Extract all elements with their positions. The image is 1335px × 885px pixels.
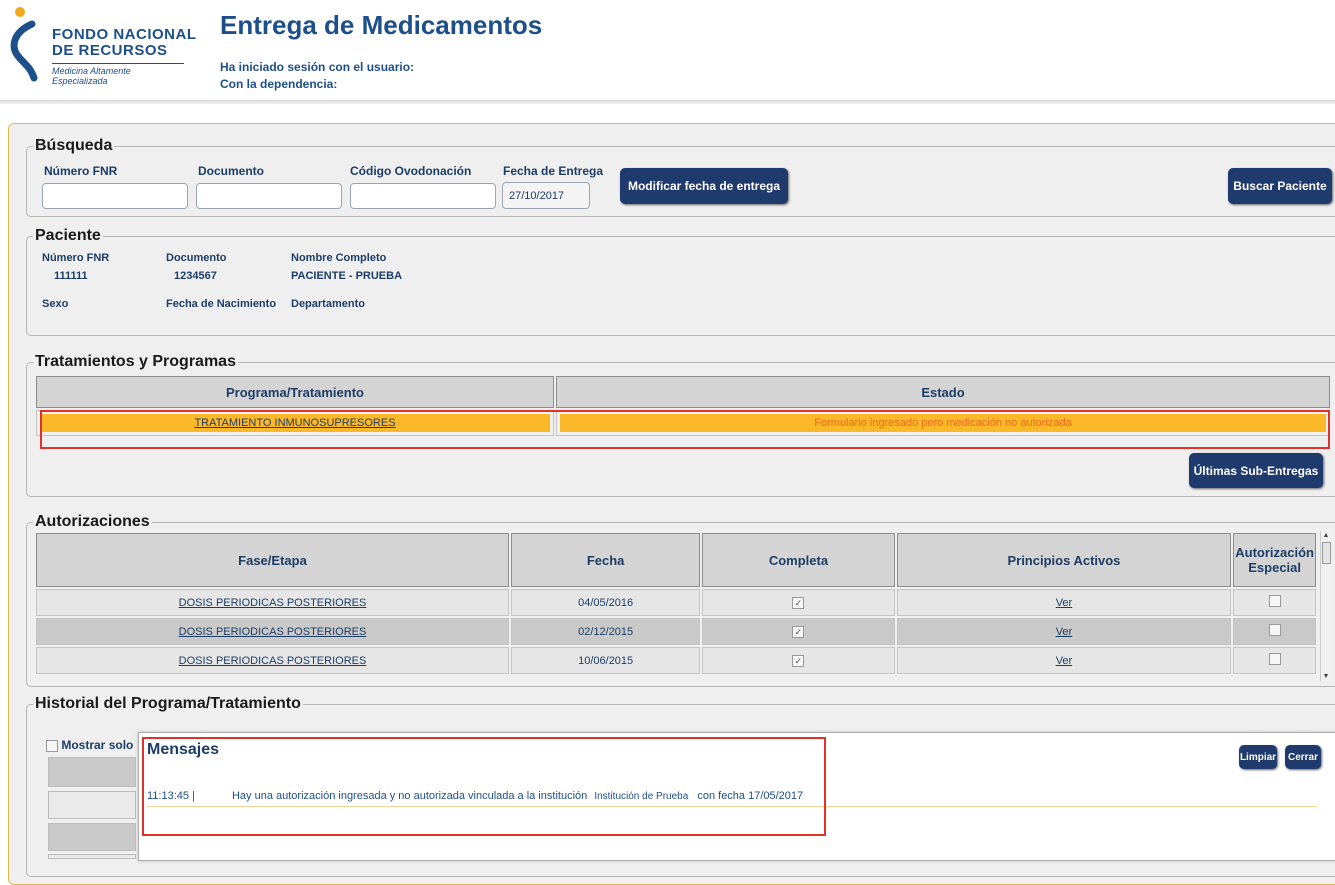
auth-phase-link[interactable]: DOSIS PERIODICAS POSTERIORES [179,597,367,609]
auth-date-cell: 04/05/2016 [510,589,701,616]
clear-messages-button[interactable]: Limpiar [1239,745,1277,769]
auth-complete-cell: ✓ [702,618,895,645]
auth-special-cell [1233,618,1316,645]
treatments-header-status: Estado [556,376,1330,408]
authorization-row[interactable]: DOSIS PERIODICAS POSTERIORES 10/06/2015 … [36,647,1316,674]
auth-header-active-principles: Principios Activos [896,533,1232,587]
patient-document-label: Documento [166,252,227,264]
auth-phase-link[interactable]: DOSIS PERIODICAS POSTERIORES [179,626,367,638]
history-row[interactable] [48,791,136,819]
auth-principles-cell[interactable]: Ver [896,589,1232,616]
special-checkbox [1268,624,1281,636]
view-principles-link[interactable]: Ver [1056,626,1073,638]
treatments-header-program: Programa/Tratamiento [36,376,554,408]
auth-principles-cell[interactable]: Ver [896,647,1232,674]
search-patient-button[interactable]: Buscar Paciente [1228,168,1332,204]
patient-fnr-label: Número FNR [42,252,110,264]
last-subdeliveries-button[interactable]: Últimas Sub-Entregas [1189,453,1323,488]
authorization-row[interactable]: DOSIS PERIODICAS POSTERIORES 02/12/2015 … [36,618,1316,645]
header-divider [0,100,1335,104]
show-only-label: Mostrar solo [61,738,134,752]
patient-sex-label: Sexo [42,298,69,310]
scroll-up-icon[interactable]: ▲ [1321,531,1331,540]
auth-phase-link[interactable]: DOSIS PERIODICAS POSTERIORES [179,655,367,667]
brand-line2: DE RECURSOS [52,42,168,59]
auth-complete-cell: ✓ [702,647,895,674]
treatments-legend: Tratamientos y Programas [35,353,236,370]
show-only-checkbox[interactable] [46,739,58,752]
search-legend: Búsqueda [35,137,113,154]
show-only-control[interactable]: Mostrar solo [46,738,133,752]
patient-birth-label: Fecha de Nacimiento [166,298,277,310]
ovodonation-label: Código Ovodonación [350,164,472,178]
auth-principles-cell[interactable]: Ver [896,618,1232,645]
auth-header-special: Autorización Especial [1233,533,1316,587]
history-header-cell [48,757,136,787]
history-legend: Historial del Programa/Tratamiento [35,695,301,712]
history-row[interactable] [48,854,136,859]
user-session-label: Ha iniciado sesión con el usuario: [220,60,415,74]
fnr-input[interactable] [42,183,188,209]
auth-special-cell [1233,589,1316,616]
modify-date-button[interactable]: Modificar fecha de entrega [620,168,788,204]
auth-phase-cell[interactable]: DOSIS PERIODICAS POSTERIORES [36,647,509,674]
authorizations-legend: Autorizaciones [35,513,150,530]
auth-special-cell [1233,647,1316,674]
fnr-logo-icon [8,6,38,82]
delivery-date-field[interactable] [502,182,590,209]
brand-line1: FONDO NACIONAL [52,26,197,43]
auth-header-complete: Completa [702,533,895,587]
ovodonation-input[interactable] [350,183,496,209]
brand-tagline: Medicina Altamente Especializada [52,63,184,86]
complete-checkbox: ✓ [792,596,805,609]
highlight-treatment-row [40,410,1330,449]
history-row[interactable] [48,823,136,851]
dependency-label: Con la dependencia: [220,77,338,91]
auth-phase-cell[interactable]: DOSIS PERIODICAS POSTERIORES [36,618,509,645]
close-messages-button[interactable]: Cerrar [1285,745,1321,769]
authorization-row[interactable]: DOSIS PERIODICAS POSTERIORES 04/05/2016 … [36,589,1316,616]
authorizations-scrollbar[interactable]: ▲ ▼ [1320,531,1331,681]
complete-checkbox: ✓ [792,654,805,667]
auth-date-cell: 02/12/2015 [510,618,701,645]
patient-fnr-value: 111111 [54,270,88,282]
view-principles-link[interactable]: Ver [1056,655,1073,667]
patient-legend: Paciente [35,227,101,244]
auth-phase-cell[interactable]: DOSIS PERIODICAS POSTERIORES [36,589,509,616]
patient-name-label: Nombre Completo [291,252,387,264]
patient-fieldset: Paciente [26,227,1335,336]
special-checkbox [1268,653,1281,665]
scroll-thumb[interactable] [1322,542,1331,564]
patient-department-label: Departamento [291,298,365,310]
authorizations-table: Fase/Etapa Fecha Completa Principios Act… [34,531,1318,676]
scroll-down-icon[interactable]: ▼ [1321,672,1331,681]
auth-header-phase: Fase/Etapa [36,533,509,587]
highlight-message [142,737,826,836]
document-input[interactable] [196,183,342,209]
auth-header-date: Fecha [510,533,701,587]
patient-name-value: PACIENTE - PRUEBA [291,270,403,282]
fnr-label: Número FNR [44,164,118,178]
auth-date-cell: 10/06/2015 [510,647,701,674]
page-title: Entrega de Medicamentos [220,10,543,40]
view-principles-link[interactable]: Ver [1056,597,1073,609]
patient-document-value: 1234567 [174,270,217,282]
auth-complete-cell: ✓ [702,589,895,616]
document-label: Documento [198,164,264,178]
complete-checkbox: ✓ [792,625,805,638]
delivery-date-label: Fecha de Entrega [503,164,604,178]
special-checkbox [1268,595,1281,607]
